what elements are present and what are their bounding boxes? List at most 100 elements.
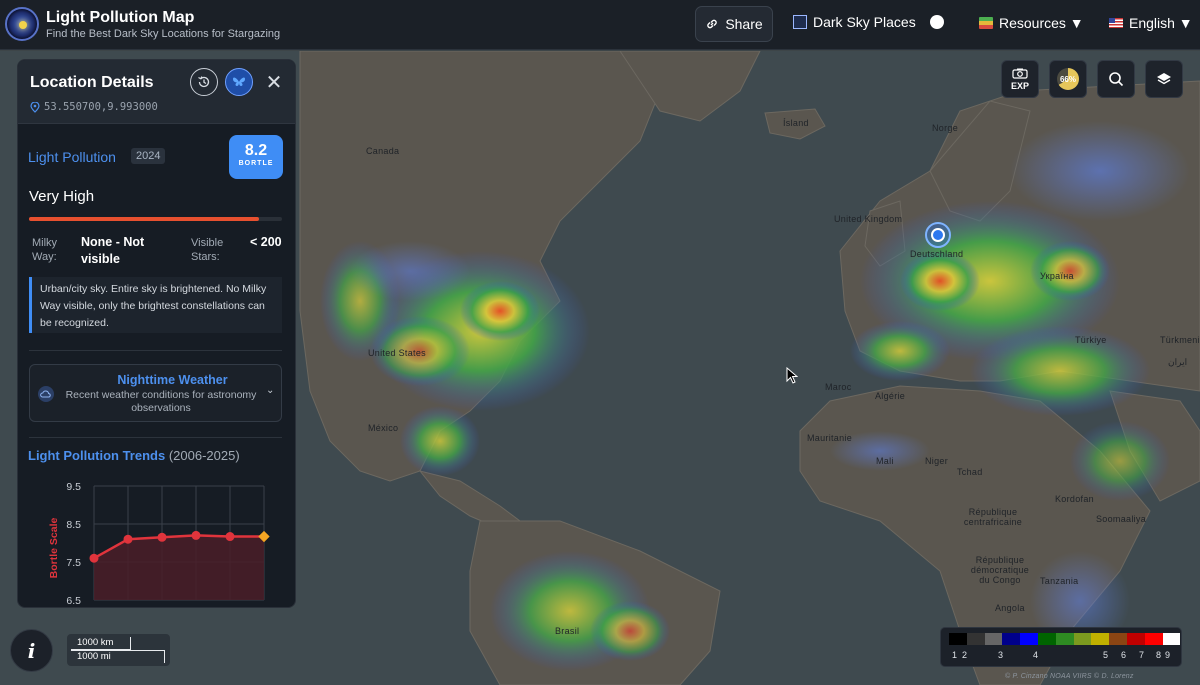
chart-y-tick-label: 8.5 [66, 519, 81, 531]
legend-swatch [1055, 633, 1074, 645]
app-logo [5, 7, 39, 41]
toggle-switch[interactable] [929, 15, 944, 29]
map-label-island: Ísland [783, 118, 809, 128]
bluesky-share-button[interactable] [225, 68, 253, 96]
search-button[interactable] [1097, 60, 1135, 98]
chart-point[interactable] [191, 530, 201, 540]
map-label-car: République centrafricaine [963, 507, 1023, 527]
map-label-tchad: Tchad [957, 467, 983, 477]
chart-point[interactable] [225, 532, 235, 542]
resources-menu[interactable]: Resources ▼ [979, 15, 1084, 31]
link-icon [707, 19, 718, 29]
opacity-dial-icon: 66% [1057, 68, 1079, 90]
legend-swatch [966, 633, 985, 645]
legend-swatch [1109, 633, 1127, 645]
location-pin-icon [30, 101, 40, 113]
legend-swatch [1162, 633, 1181, 645]
map-label-turkmenistan: Türkmenistan [1160, 335, 1200, 345]
legend-swatch [949, 633, 967, 645]
location-marker[interactable] [925, 222, 951, 248]
map-label-mexico: México [368, 423, 399, 433]
coordinates-value: 53.550700,9.993000 [44, 101, 158, 113]
map-label-drc: République démocratique du Congo [970, 555, 1030, 585]
top-bar: Light Pollution Map Find the Best Dark S… [0, 0, 1200, 50]
dark-sky-label: Dark Sky Places [813, 14, 916, 30]
map-label-norge: Norge [932, 123, 959, 133]
map-label-algerie: Algérie [875, 391, 906, 401]
opacity-label: 66% [1059, 74, 1076, 84]
pollution-level-fill [29, 217, 260, 221]
chart-point[interactable] [123, 534, 133, 544]
location-details-panel: Location Details 53.550700,9.993000 ✕ Li… [17, 59, 296, 608]
legend-swatch [984, 633, 1003, 645]
history-icon [198, 76, 210, 88]
map-label-angola: Angola [995, 603, 1025, 613]
map-label-mauritanie: Mauritanie [807, 433, 853, 443]
panel-title: Location Details [30, 74, 154, 91]
dark-sky-icon [793, 15, 807, 29]
map-label-deutschland: Deutschland [910, 249, 964, 259]
map-label-mali: Mali [876, 456, 894, 466]
trend-chart: Bortle Scale 9.5 8.5 7.5 6.5 [48, 481, 270, 607]
visible-stars-key: Visible Stars: [191, 237, 224, 263]
trend-title: Light Pollution Trends (2006-2025) [28, 448, 240, 463]
legend-swatch [1091, 633, 1110, 645]
map-label-brasil: Brasil [555, 626, 580, 636]
attribution: © P. Cinzano NOAA VIIRS © D. Lorenz [1005, 673, 1134, 680]
app-subtitle: Find the Best Dark Sky Locations for Sta… [46, 28, 281, 40]
layers-button[interactable] [1145, 60, 1183, 98]
pollution-level: Very High [29, 188, 95, 205]
legend-swatch [1144, 633, 1163, 645]
weather-subtitle: Recent weather conditions for astronomy … [65, 389, 257, 414]
books-icon [979, 17, 993, 29]
legend-swatch [1037, 633, 1056, 645]
bortle-value: 8.2 [244, 142, 268, 159]
map-label-iran: ایران [1168, 357, 1188, 367]
exposure-label: EXP [1010, 80, 1029, 91]
scale-km: 1000 km [71, 637, 131, 650]
trend-years: (2006-2025) [168, 448, 240, 463]
chart-point[interactable] [89, 553, 99, 563]
bortle-badge: 8.2 BORTLE [229, 135, 283, 179]
chart-point[interactable] [157, 532, 167, 542]
dark-sky-places-toggle[interactable]: Dark Sky Places [793, 14, 944, 30]
search-icon [1109, 72, 1124, 87]
chart-y-axis-label: Bortle Scale [48, 517, 60, 578]
map-label-niger: Niger [925, 456, 949, 466]
history-button[interactable] [190, 68, 218, 96]
pollution-level-bar [29, 217, 282, 221]
trend-title-label: Light Pollution Trends [28, 448, 166, 463]
language-label: English ▼ [1129, 15, 1193, 31]
bortle-legend: 1 2 3 4 5 6 7 8 9 [940, 627, 1182, 667]
legend-number: 3 [998, 650, 1004, 660]
legend-swatches [949, 633, 1181, 645]
legend-number: 2 [962, 650, 968, 660]
scale-bar: 1000 km 1000 mi [67, 634, 170, 666]
language-selector[interactable]: English ▼ [1109, 15, 1193, 31]
legend-swatch [1020, 633, 1038, 645]
visible-stars-value: < 200 [250, 235, 282, 249]
legend-number: 9 [1165, 650, 1171, 660]
legend-number: 8 [1156, 650, 1162, 660]
milky-way-value: None - Not visible [81, 235, 145, 266]
exposure-button[interactable]: EXP [1001, 60, 1039, 98]
map-label-us: United States [368, 348, 426, 358]
legend-number: 1 [952, 650, 958, 660]
info-icon: i [27, 638, 36, 663]
divider [29, 350, 282, 351]
bortle-unit: BORTLE [238, 160, 274, 167]
chart-y-tick-label: 9.5 [66, 481, 81, 493]
map-label-ukraine: Україна [1040, 271, 1074, 281]
legend-number: 7 [1139, 650, 1145, 660]
share-label: Share [725, 16, 763, 32]
close-icon[interactable]: ✕ [260, 68, 288, 96]
info-button[interactable]: i [10, 629, 53, 672]
app-title: Light Pollution Map [46, 9, 195, 26]
chart-y-tick-label: 7.5 [66, 557, 81, 569]
nighttime-weather-accordion[interactable]: Nighttime Weather Recent weather conditi… [29, 364, 282, 422]
share-button[interactable]: Share [695, 6, 773, 42]
opacity-button[interactable]: 66% [1049, 60, 1087, 98]
chevron-down-icon[interactable]: ⌄ [266, 385, 274, 396]
scale-mi: 1000 mi [71, 650, 165, 663]
coordinates: 53.550700,9.993000 [30, 101, 158, 113]
